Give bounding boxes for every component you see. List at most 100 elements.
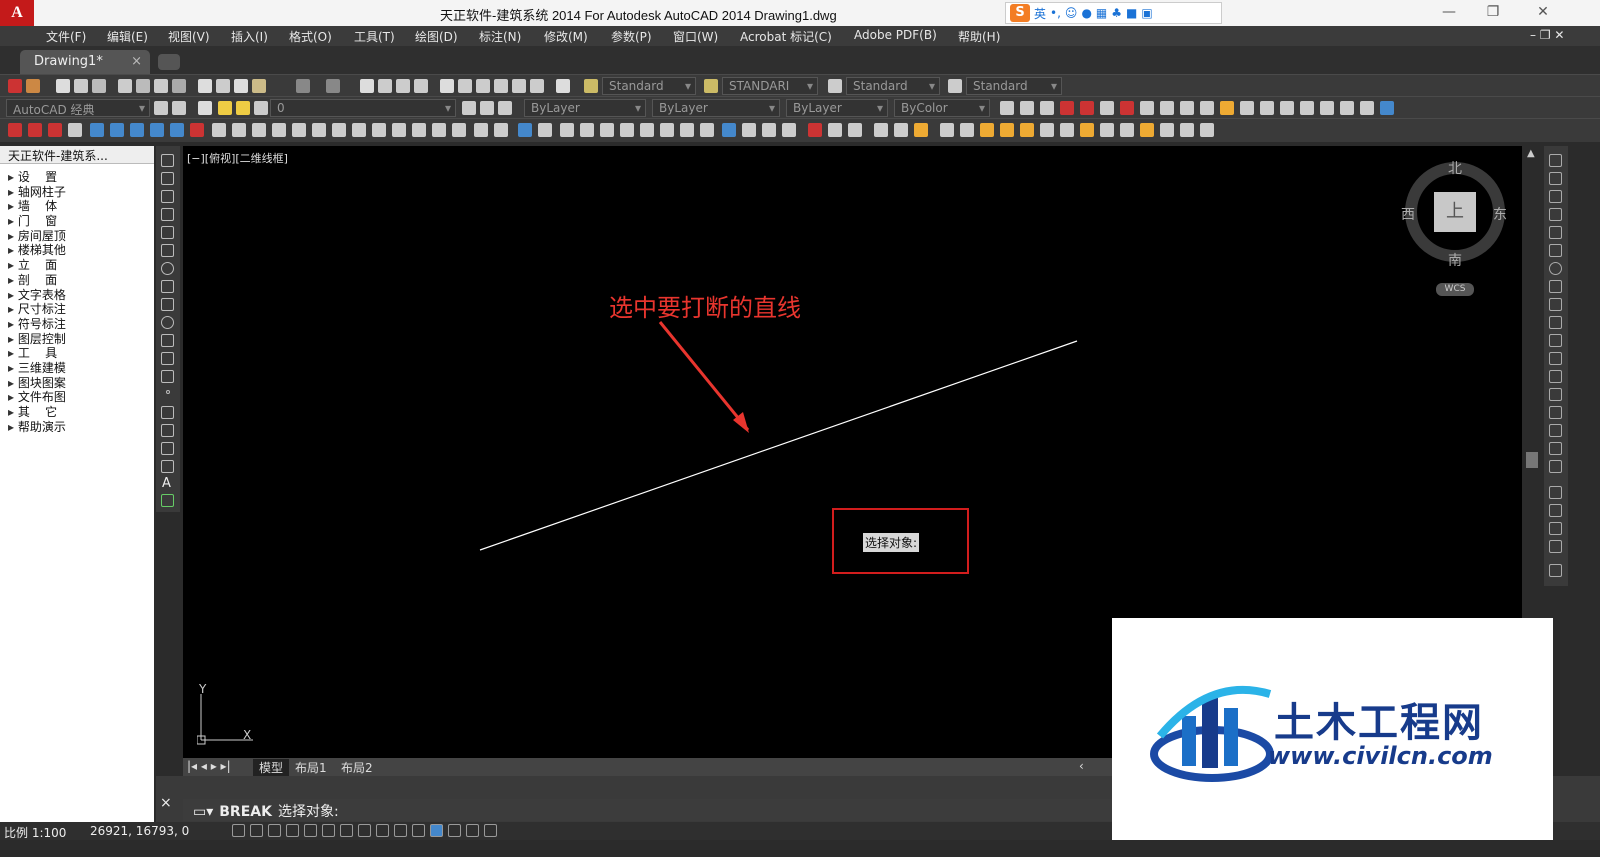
osnap-icon[interactable] (894, 123, 908, 137)
tangent2-icon[interactable] (26, 79, 40, 93)
minimize-button[interactable]: — (1426, 0, 1472, 26)
new-tab-button[interactable] (158, 54, 180, 70)
calculator-icon[interactable] (530, 79, 544, 93)
menu-elevation[interactable]: 立 面 (0, 258, 154, 273)
osnap-icon[interactable] (680, 123, 694, 137)
selected-line[interactable] (479, 340, 1078, 551)
construction-line-icon[interactable] (161, 172, 174, 185)
scroll-thumb[interactable] (1526, 452, 1538, 468)
tool-palette-icon[interactable] (476, 79, 490, 93)
markup-icon[interactable] (512, 79, 526, 93)
osnap-icon[interactable] (940, 123, 954, 137)
3d-osnap-icon[interactable] (340, 824, 353, 837)
print-icon[interactable] (118, 79, 132, 93)
rectangle-icon[interactable] (161, 226, 174, 239)
mleader-style-icon[interactable] (948, 79, 962, 93)
annotation-scale[interactable]: 比例 1:100 (4, 824, 66, 841)
osnap-icon[interactable] (518, 123, 532, 137)
circle-icon[interactable] (161, 262, 174, 275)
blend-icon[interactable] (1549, 442, 1562, 455)
preview-icon[interactable] (136, 79, 150, 93)
workspace-settings-icon[interactable] (154, 101, 168, 115)
osnap-icon[interactable] (660, 123, 674, 137)
elevation-icon[interactable] (150, 123, 164, 137)
osnap-icon[interactable] (600, 123, 614, 137)
osnap-icon[interactable] (1100, 123, 1114, 137)
workspace-save-icon[interactable] (172, 101, 186, 115)
osnap-icon[interactable] (560, 123, 574, 137)
tangent-tool-icon[interactable] (1120, 101, 1134, 115)
menu-tools[interactable]: 工具(T) (354, 28, 395, 45)
save-icon[interactable] (92, 79, 106, 93)
tangent-tool-icon[interactable] (1060, 101, 1074, 115)
workspace-select[interactable]: AutoCAD 经典 (6, 99, 150, 117)
open-file-icon[interactable] (74, 79, 88, 93)
tangent-icon[interactable] (8, 79, 22, 93)
osnap-icon[interactable] (392, 123, 406, 137)
ortho-mode-icon[interactable] (286, 824, 299, 837)
zoom-realtime-icon[interactable] (378, 79, 392, 93)
door-icon[interactable] (90, 123, 104, 137)
object-snap-icon[interactable] (322, 824, 335, 837)
layer-ctrl-icon[interactable] (252, 123, 266, 137)
match-prop-icon[interactable] (252, 79, 266, 93)
polygon-icon[interactable] (161, 208, 174, 221)
osnap-icon[interactable] (1000, 123, 1014, 137)
fillet-icon[interactable] (1549, 424, 1562, 437)
insert-block-icon[interactable] (161, 352, 174, 365)
doc-window-controls[interactable]: – ❐ ✕ (1530, 28, 1564, 42)
tangent-tool-icon[interactable] (1320, 101, 1334, 115)
grid-icon[interactable]: ▣ (1141, 6, 1152, 20)
cut-icon[interactable] (198, 79, 212, 93)
draworder-front-icon[interactable] (1549, 486, 1562, 499)
section-icon[interactable] (170, 123, 184, 137)
menu-rooms-roofs[interactable]: 房间屋顶 (0, 229, 154, 244)
infer-constraints-icon[interactable] (232, 824, 245, 837)
lineweight-select[interactable]: ByLayer (786, 99, 888, 117)
erase-icon[interactable] (1549, 154, 1562, 167)
tangent-tool-icon[interactable] (1200, 101, 1214, 115)
close-window-button[interactable]: ✕ (1520, 0, 1566, 26)
mleader-style-select[interactable]: Standard (966, 77, 1062, 95)
join-icon[interactable] (1549, 388, 1562, 401)
menu-file-layout[interactable]: 文件布图 (0, 390, 154, 405)
osnap-icon[interactable] (742, 123, 756, 137)
user-icon[interactable]: ♣ (1111, 6, 1122, 20)
layout-nav-arrows[interactable]: |◂ ◂ ▸ ▸| (187, 759, 231, 773)
3d-print-icon[interactable] (172, 79, 186, 93)
menu-help-demo[interactable]: 帮助演示 (0, 420, 154, 435)
extend-icon[interactable] (1549, 334, 1562, 347)
tangent-tool-icon[interactable] (1100, 101, 1114, 115)
lineweight-icon[interactable] (412, 824, 425, 837)
osnap-icon[interactable] (1040, 123, 1054, 137)
make-block-icon[interactable] (161, 370, 174, 383)
osnap-icon[interactable] (762, 123, 776, 137)
draworder-above-icon[interactable] (1549, 522, 1562, 535)
polyline-icon[interactable] (161, 190, 174, 203)
layer-on-icon[interactable] (218, 101, 232, 115)
offset-icon[interactable] (1549, 208, 1562, 221)
block-icon[interactable] (312, 123, 326, 137)
menu-parameters[interactable]: 参数(P) (611, 28, 652, 45)
object-snap-tracking-icon[interactable] (358, 824, 371, 837)
table-style-select[interactable]: Standard (846, 77, 940, 95)
osnap-icon[interactable] (700, 123, 714, 137)
osnap-icon[interactable] (722, 123, 736, 137)
pan-icon[interactable] (360, 79, 374, 93)
menu-window[interactable]: 窗口(W) (673, 28, 718, 45)
properties-icon[interactable] (440, 79, 454, 93)
osnap-icon[interactable] (874, 123, 888, 137)
make-current-layer-icon[interactable] (462, 101, 476, 115)
color-select[interactable]: ByLayer (524, 99, 646, 117)
crosshair-icon[interactable] (1360, 101, 1374, 115)
arc-icon[interactable] (161, 244, 174, 257)
osnap-icon[interactable] (620, 123, 634, 137)
tangent-tool-icon[interactable] (1080, 101, 1094, 115)
break-icon[interactable] (1549, 370, 1562, 383)
spline-icon[interactable] (161, 298, 174, 311)
plotstyle-select[interactable]: ByColor (894, 99, 990, 117)
redo-icon[interactable] (326, 79, 340, 93)
copy-object-icon[interactable] (1549, 172, 1562, 185)
app-menu-button[interactable]: A (0, 0, 34, 26)
emoji-icon[interactable]: ☺ (1065, 6, 1078, 20)
